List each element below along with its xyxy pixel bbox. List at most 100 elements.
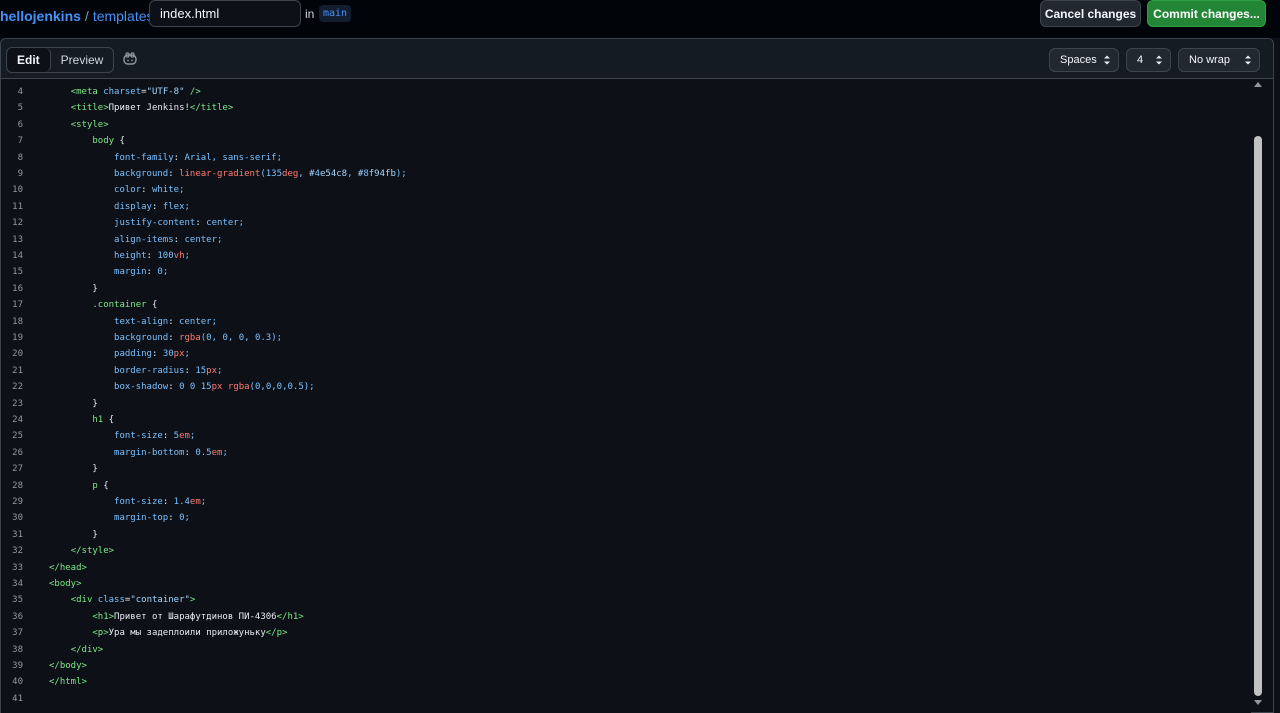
code-line-text: } (92, 283, 98, 294)
filename-input[interactable] (149, 0, 301, 27)
code-line[interactable]: 40 </html> (1, 674, 1251, 690)
code-line[interactable]: 10 color: white; (1, 182, 1251, 198)
line-number: 10 (12, 185, 23, 196)
tab-preview[interactable]: Preview (51, 48, 114, 72)
line-number: 25 (12, 431, 23, 442)
code-line-text: </body> (49, 661, 87, 671)
code-line-text: padding: 30px; (114, 349, 190, 360)
code-line-text: font-size: 1.4em; (114, 497, 207, 507)
code-line[interactable]: 19 background: rgba(0, 0, 0, 0.3); (1, 330, 1251, 346)
line-number: 22 (12, 382, 23, 393)
code-line[interactable]: 12 justify-content: center; (1, 215, 1251, 231)
line-number: 14 (12, 251, 23, 261)
code-line[interactable]: 17 .container { (1, 297, 1251, 313)
line-number: 40 (12, 677, 23, 688)
line-number: 39 (12, 661, 23, 671)
line-number: 31 (12, 529, 23, 540)
scrollbar-thumb[interactable] (1254, 136, 1262, 696)
breadcrumb-dir-link[interactable]: templates (93, 8, 154, 24)
code-line[interactable]: 36 <h1>Привет от Шарафутдинов ПИ-4306</h… (1, 609, 1251, 625)
code-line-text: .container { (92, 300, 158, 311)
code-line[interactable]: 33 </head> (1, 560, 1251, 576)
code-line[interactable]: 27 } (1, 461, 1251, 477)
code-line-text: </div> (70, 644, 104, 655)
code-line[interactable]: 24 h1 { (1, 412, 1251, 428)
code-line[interactable]: 29 font-size: 1.4em; (1, 494, 1251, 510)
code-line-text: display: flex; (114, 201, 190, 212)
indent-mode-select[interactable]: Spaces (1049, 48, 1119, 72)
code-line-text: font-family: Arial, sans-serif; (114, 152, 283, 163)
code-line-text: </style> (70, 546, 115, 557)
code-line-text: border-radius: 15px; (114, 365, 223, 376)
code-line[interactable]: 35 <div class="container"> (1, 592, 1251, 608)
code-editor[interactable]: <head> 4 <meta charset="UTF-8" />5 <titl… (1, 79, 1251, 713)
commit-changes-button[interactable]: Commit changes... (1147, 0, 1266, 27)
line-number: 9 (17, 169, 23, 179)
cancel-changes-button[interactable]: Cancel changes (1040, 0, 1141, 27)
code-line[interactable]: 21 border-radius: 15px; (1, 363, 1251, 379)
line-number: 13 (12, 234, 23, 245)
code-line-text: </head> (49, 562, 87, 573)
top-bar: hellojenkins / templates / in main Cance… (0, 0, 1280, 38)
wrap-mode-select[interactable]: No wrap (1178, 48, 1260, 72)
indent-size-value: 4 (1137, 54, 1144, 66)
code-line[interactable]: 26 margin-bottom: 0.5em; (1, 445, 1251, 461)
scroll-up-arrow-icon[interactable] (1254, 82, 1262, 87)
code-line[interactable]: 38 </div> (1, 642, 1251, 658)
code-line[interactable]: 34 <body> (1, 576, 1251, 592)
code-line-text: <meta charset="UTF-8" /> (70, 87, 201, 97)
line-number: 17 (12, 300, 23, 311)
line-number: 33 (12, 562, 23, 573)
copilot-icon[interactable] (122, 52, 138, 66)
code-line-text: justify-content: center; (114, 218, 245, 229)
line-number: 35 (12, 595, 23, 606)
code-line[interactable]: 20 padding: 30px; (1, 346, 1251, 362)
code-line-text: } (92, 529, 98, 540)
code-line-text: align-items: center; (114, 234, 223, 245)
code-line[interactable]: 7 body { (1, 133, 1251, 149)
line-number: 37 (12, 628, 23, 639)
code-line[interactable]: 9 background: linear-gradient(135deg, #4… (1, 166, 1251, 182)
code-line[interactable]: 14 height: 100vh; (1, 248, 1251, 264)
breadcrumb-repo-link[interactable]: hellojenkins (0, 8, 81, 24)
code-line[interactable]: 30 margin-top: 0; (1, 510, 1251, 526)
code-line-text: margin-top: 0; (114, 513, 190, 524)
indent-size-select[interactable]: 4 (1126, 48, 1171, 72)
code-line-text: } (92, 464, 98, 475)
code-line[interactable]: 13 align-items: center; (1, 232, 1251, 248)
code-line[interactable]: 18 text-align: center; (1, 314, 1251, 330)
code-line[interactable]: 4 <meta charset="UTF-8" /> (1, 84, 1251, 100)
edit-mode-tabs: Edit Preview (6, 47, 115, 73)
code-line[interactable]: 31 } (1, 527, 1251, 543)
line-number: 6 (17, 119, 23, 130)
code-line-text: <body> (49, 579, 82, 589)
line-number: 24 (12, 415, 23, 425)
code-line[interactable]: 23 } (1, 396, 1251, 412)
code-line-text: background: rgba(0, 0, 0, 0.3); (114, 333, 283, 343)
line-number: 7 (17, 136, 23, 147)
in-label: in (305, 7, 315, 21)
code-line-text: } (92, 398, 98, 409)
code-line[interactable]: 11 display: flex; (1, 199, 1251, 215)
code-line[interactable]: 22 box-shadow: 0 0 15px rgba(0,0,0,0.5); (1, 379, 1251, 395)
code-line[interactable]: 8 font-family: Arial, sans-serif; (1, 150, 1251, 166)
code-line[interactable]: 37 <p>Ура мы задеплоили приложуньку</p> (1, 625, 1251, 641)
branch-badge: main (319, 5, 352, 22)
code-line-text: margin: 0; (114, 267, 169, 278)
code-line[interactable]: 32 </style> (1, 543, 1251, 559)
code-line[interactable]: 6 <style> (1, 117, 1251, 133)
line-number: 15 (12, 267, 23, 278)
code-line[interactable]: 39 </body> (1, 658, 1251, 674)
code-line[interactable]: 41 (1, 691, 1251, 707)
select-caret-icon (1245, 55, 1251, 65)
tab-edit[interactable]: Edit (7, 48, 51, 72)
code-line[interactable]: 28 p { (1, 478, 1251, 494)
code-line[interactable]: 5 <title>Привет Jenkins!</title> (1, 100, 1251, 116)
code-line-text: font-size: 5em; (114, 431, 196, 442)
scroll-down-arrow-icon[interactable] (1254, 700, 1262, 705)
code-line[interactable]: 15 margin: 0; (1, 264, 1251, 280)
code-line[interactable]: 25 font-size: 5em; (1, 428, 1251, 444)
code-line[interactable]: 16 } (1, 281, 1251, 297)
line-number: 8 (17, 152, 23, 163)
line-number: 28 (12, 480, 23, 491)
